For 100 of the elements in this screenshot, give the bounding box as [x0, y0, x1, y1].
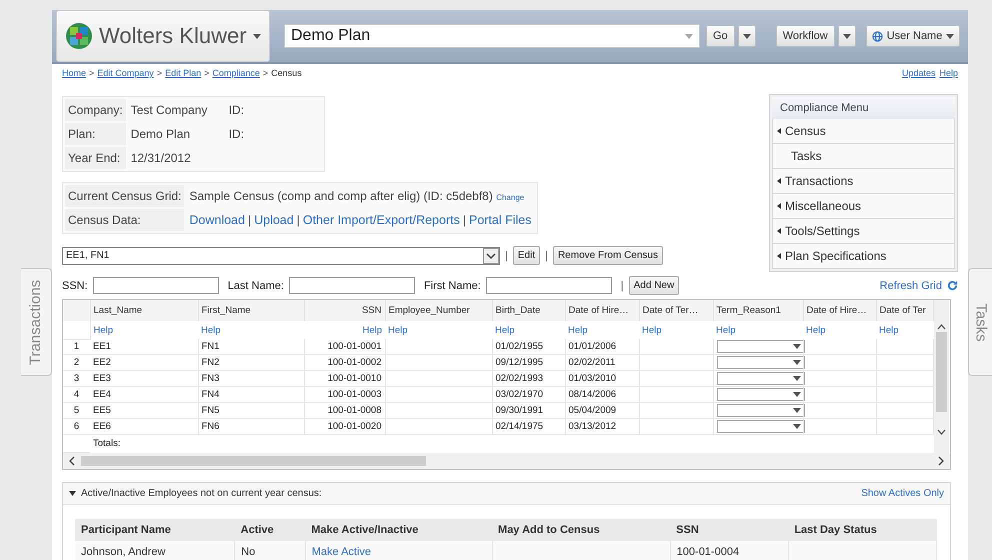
- plan-search-field[interactable]: Demo Plan: [284, 24, 700, 48]
- edit-button[interactable]: Edit: [512, 246, 540, 265]
- column-header[interactable]: Date of Ter: [876, 300, 933, 321]
- column-header[interactable]: Date of Hire…: [565, 300, 639, 321]
- brand-name: Wolters Kluwer: [99, 23, 247, 49]
- help-link[interactable]: Help: [716, 324, 736, 336]
- help-link[interactable]: Help: [642, 324, 662, 336]
- filter-input-field[interactable]: [288, 277, 415, 294]
- term-reason-select[interactable]: [716, 420, 804, 433]
- horizontal-scrollbar[interactable]: [63, 452, 950, 468]
- column-header: Participant Name: [81, 524, 171, 536]
- table-cell: 100-01-0010: [328, 373, 382, 384]
- employee-select[interactable]: EE1, FN1: [62, 246, 500, 264]
- menu-item[interactable]: Miscellaneous: [772, 194, 955, 219]
- filter-input-field[interactable]: [92, 277, 219, 294]
- workflow-menu-button[interactable]: [838, 25, 856, 47]
- column-header[interactable]: First_Name: [198, 300, 304, 321]
- column-header[interactable]: Employee_Number: [385, 300, 492, 321]
- term-reason-select[interactable]: [716, 356, 804, 369]
- menu-item[interactable]: Plan Specifications: [772, 244, 955, 269]
- make-active-link[interactable]: Make Active: [312, 546, 372, 558]
- breadcrumb-link[interactable]: Home: [62, 68, 86, 78]
- info-label: Plan:: [65, 123, 126, 145]
- column-header: SSN: [676, 524, 699, 536]
- census-data-link[interactable]: Portal Files: [468, 213, 532, 227]
- help-link[interactable]: Help: [94, 324, 114, 336]
- help-link[interactable]: Help: [879, 324, 899, 336]
- table-cell: 100-01-0008: [328, 405, 382, 416]
- breadcrumb-current: Census: [271, 68, 302, 78]
- table-cell: 09/12/1995: [496, 357, 544, 368]
- term-reason-select[interactable]: [716, 388, 804, 401]
- add-new-button[interactable]: Add New: [628, 276, 680, 295]
- table-cell: 02/02/2011: [568, 357, 616, 368]
- column-header[interactable]: Birth_Date: [492, 300, 565, 321]
- caret-icon: [792, 392, 800, 397]
- term-reason-select[interactable]: [716, 404, 804, 417]
- column-header[interactable]: Date of Hire…: [803, 300, 876, 321]
- header-link[interactable]: Updates: [902, 68, 936, 78]
- census-data-link[interactable]: Download: [189, 213, 245, 227]
- logo-icon: [65, 22, 93, 50]
- go-button[interactable]: Go: [706, 25, 735, 47]
- table-cell: FN2: [202, 357, 220, 368]
- table-cell: 01/02/1955: [496, 341, 544, 352]
- workflow-button[interactable]: Workflow: [776, 25, 835, 47]
- menu-item[interactable]: Census: [772, 119, 955, 144]
- help-link[interactable]: Help: [568, 324, 588, 336]
- table-cell: EE1: [93, 341, 111, 352]
- column-header[interactable]: SSN: [304, 300, 385, 321]
- caret-icon: [252, 34, 261, 38]
- brand-logo-button[interactable]: Wolters Kluwer: [56, 10, 270, 62]
- breadcrumb-link[interactable]: Compliance: [212, 68, 260, 78]
- globe-icon: [872, 30, 883, 42]
- caret-icon: [792, 376, 800, 381]
- table-cell: EE3: [93, 373, 111, 384]
- row-number: 4: [63, 386, 90, 402]
- term-reason-select[interactable]: [716, 372, 804, 385]
- census-data-link[interactable]: Other Import/Export/Reports: [302, 213, 460, 227]
- breadcrumb-link[interactable]: Edit Plan: [165, 68, 202, 78]
- column-header[interactable]: Term_Reason1: [713, 300, 803, 321]
- table-cell: FN1: [202, 341, 220, 352]
- menu-item[interactable]: Transactions: [772, 169, 955, 194]
- table-cell: FN6: [202, 421, 220, 432]
- vertical-scrollbar[interactable]: [934, 300, 948, 452]
- caret-icon: [742, 34, 751, 38]
- menu-item[interactable]: Tasks: [772, 144, 955, 169]
- info-label: Current Census Grid:: [65, 185, 184, 207]
- breadcrumb-separator: >: [89, 68, 94, 78]
- help-link[interactable]: Help: [201, 324, 221, 336]
- table-cell: FN4: [202, 389, 220, 400]
- toolbar-separator: |: [545, 250, 548, 262]
- help-link[interactable]: Help: [362, 324, 382, 336]
- transactions-side-tab[interactable]: Transactions: [21, 268, 52, 376]
- header-link[interactable]: Help: [939, 68, 958, 78]
- change-link[interactable]: Change: [496, 193, 524, 202]
- link-separator: |: [462, 213, 466, 227]
- remove-from-census-button[interactable]: Remove From Census: [552, 246, 663, 265]
- filter-label: First Name:: [424, 280, 481, 292]
- id-label: ID:: [228, 126, 246, 143]
- filter-input-field[interactable]: [486, 277, 612, 294]
- menu-item[interactable]: Tools/Settings: [772, 219, 955, 244]
- term-reason-select[interactable]: [716, 340, 804, 353]
- user-menu-button[interactable]: User Name: [866, 25, 960, 47]
- go-menu-button[interactable]: [738, 25, 756, 47]
- help-link[interactable]: Help: [495, 324, 515, 336]
- panel-title: Active/Inactive Employees not on current year census:: [81, 488, 322, 498]
- column-header[interactable]: Last_Name: [90, 300, 198, 321]
- refresh-grid-link[interactable]: Refresh Grid: [880, 280, 942, 292]
- tasks-side-tab[interactable]: Tasks: [968, 268, 992, 376]
- show-actives-link[interactable]: Show Actives Only: [861, 488, 944, 498]
- census-data-link[interactable]: Upload: [254, 213, 294, 227]
- column-header[interactable]: Date of Ter…: [639, 300, 713, 321]
- table-cell: 100-01-0020: [328, 421, 382, 432]
- collapse-arrow-icon[interactable]: [69, 490, 76, 496]
- table-cell: EE5: [93, 405, 111, 416]
- help-link[interactable]: Help: [388, 324, 408, 336]
- help-link[interactable]: Help: [806, 324, 826, 336]
- caret-icon: [792, 360, 800, 365]
- info-value: Test Company: [130, 102, 208, 119]
- caret-icon: [792, 344, 800, 349]
- breadcrumb-link[interactable]: Edit Company: [97, 68, 154, 78]
